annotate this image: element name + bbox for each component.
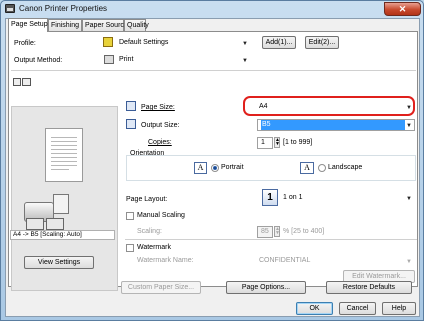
tab-finishing[interactable]: Finishing xyxy=(48,19,82,31)
chevron-down-icon: ▼ xyxy=(406,123,412,129)
watermark-name-value: CONFIDENTIAL xyxy=(259,257,311,264)
output-size-label: Output Size: xyxy=(141,122,180,129)
divider xyxy=(125,239,417,240)
scaling-input[interactable]: 85 xyxy=(257,226,273,238)
ok-button[interactable]: OK xyxy=(296,302,333,315)
page-layout-label: Page Layout: xyxy=(126,196,168,203)
orientation-group xyxy=(126,155,416,181)
dialog-client-area: Page Setup Finishing Paper Source Qualit… xyxy=(5,18,420,317)
preview-printer-icon[interactable] xyxy=(22,78,31,86)
close-icon: ✕ xyxy=(398,4,407,14)
help-button[interactable]: Help xyxy=(382,302,416,315)
copies-range: [1 to 999] xyxy=(283,139,313,146)
page-layout-icon: 1 xyxy=(262,189,278,206)
window-title: Canon Printer Properties xyxy=(19,4,108,13)
profile-combo[interactable]: Default Settings ▼ xyxy=(115,37,251,49)
output-method-combo[interactable]: Print ▼ xyxy=(115,54,251,66)
profile-edit-button[interactable]: Edit(2)... xyxy=(305,36,339,49)
manual-scaling-label[interactable]: Manual Scaling xyxy=(137,211,185,221)
portrait-label[interactable]: Portrait xyxy=(221,163,244,173)
portrait-radio[interactable] xyxy=(211,164,219,172)
page-layout-combo[interactable]: 1 on 1 ▼ xyxy=(279,192,415,204)
output-size-value: B5 xyxy=(261,120,405,130)
page-order-icon xyxy=(46,218,64,230)
title-bar[interactable]: Canon Printer Properties ✕ xyxy=(1,1,423,17)
watermark-name-combo[interactable]: CONFIDENTIAL ▼ xyxy=(255,255,415,267)
staple-icon xyxy=(26,218,44,230)
tab-paper-source[interactable]: Paper Source xyxy=(82,19,128,31)
portrait-icon: A xyxy=(194,162,207,174)
copies-label: Copies: xyxy=(148,139,172,146)
page-layout-value: 1 on 1 xyxy=(283,194,303,201)
output-method-value: Print xyxy=(119,56,134,63)
chevron-down-icon: ▼ xyxy=(406,196,412,202)
profile-add-button[interactable]: Add(1)... xyxy=(262,36,296,49)
output-size-highlight xyxy=(243,96,415,116)
printer-icon xyxy=(5,4,15,13)
preview-status-text: A4 -> B5 [Scaling: Auto] xyxy=(10,230,115,240)
chevron-down-icon: ▼ xyxy=(242,41,248,47)
profile-icon xyxy=(103,37,113,47)
watermark-name-label: Watermark Name: xyxy=(137,257,194,264)
page-preview xyxy=(45,128,83,182)
output-size-icon xyxy=(126,119,136,129)
scaling-range: % [25 to 400] xyxy=(283,228,325,235)
view-settings-button[interactable]: View Settings xyxy=(24,256,94,269)
copies-value: 1 xyxy=(261,139,265,146)
cancel-button[interactable]: Cancel xyxy=(339,302,376,315)
chevron-down-icon: ▼ xyxy=(242,58,248,64)
output-method-label: Output Method: xyxy=(14,57,63,64)
copies-input[interactable]: 1 xyxy=(257,137,273,149)
tab-page-setup[interactable]: Page Setup xyxy=(8,18,48,32)
manual-scaling-checkbox[interactable] xyxy=(126,212,134,220)
scaling-label: Scaling: xyxy=(137,228,162,235)
landscape-radio[interactable] xyxy=(318,164,326,172)
chevron-down-icon: ▼ xyxy=(406,259,412,265)
profile-label: Profile: xyxy=(14,40,36,47)
scaling-spinner[interactable]: ▲ ▼ xyxy=(274,226,280,237)
tab-quality[interactable]: Quality xyxy=(124,19,149,31)
print-icon xyxy=(104,55,114,64)
close-button[interactable]: ✕ xyxy=(384,2,421,16)
landscape-label[interactable]: Landscape xyxy=(328,163,362,173)
restore-defaults-button[interactable]: Restore Defaults xyxy=(326,281,412,294)
output-size-combo[interactable]: B5 ▼ xyxy=(257,119,415,131)
watermark-label[interactable]: Watermark xyxy=(137,243,171,253)
landscape-icon: A xyxy=(300,162,314,174)
profile-value: Default Settings xyxy=(119,39,169,46)
page-options-button[interactable]: Page Options... xyxy=(226,281,306,294)
scaling-value: 85 xyxy=(261,228,269,235)
printer-properties-window: Canon Printer Properties ✕ Page Setup Fi… xyxy=(0,0,424,321)
divider xyxy=(11,70,416,71)
copies-spinner[interactable]: ▲ ▼ xyxy=(274,137,280,148)
custom-paper-size-button[interactable]: Custom Paper Size... xyxy=(121,281,201,294)
watermark-checkbox[interactable] xyxy=(126,244,134,252)
paper-stack-icon xyxy=(53,194,69,214)
page-size-label: Page Size: xyxy=(141,104,175,111)
page-size-icon xyxy=(126,101,136,111)
page-setup-panel: Profile: Default Settings ▼ Add(1)... Ed… xyxy=(8,31,418,291)
preview-page-icon[interactable] xyxy=(13,78,21,86)
